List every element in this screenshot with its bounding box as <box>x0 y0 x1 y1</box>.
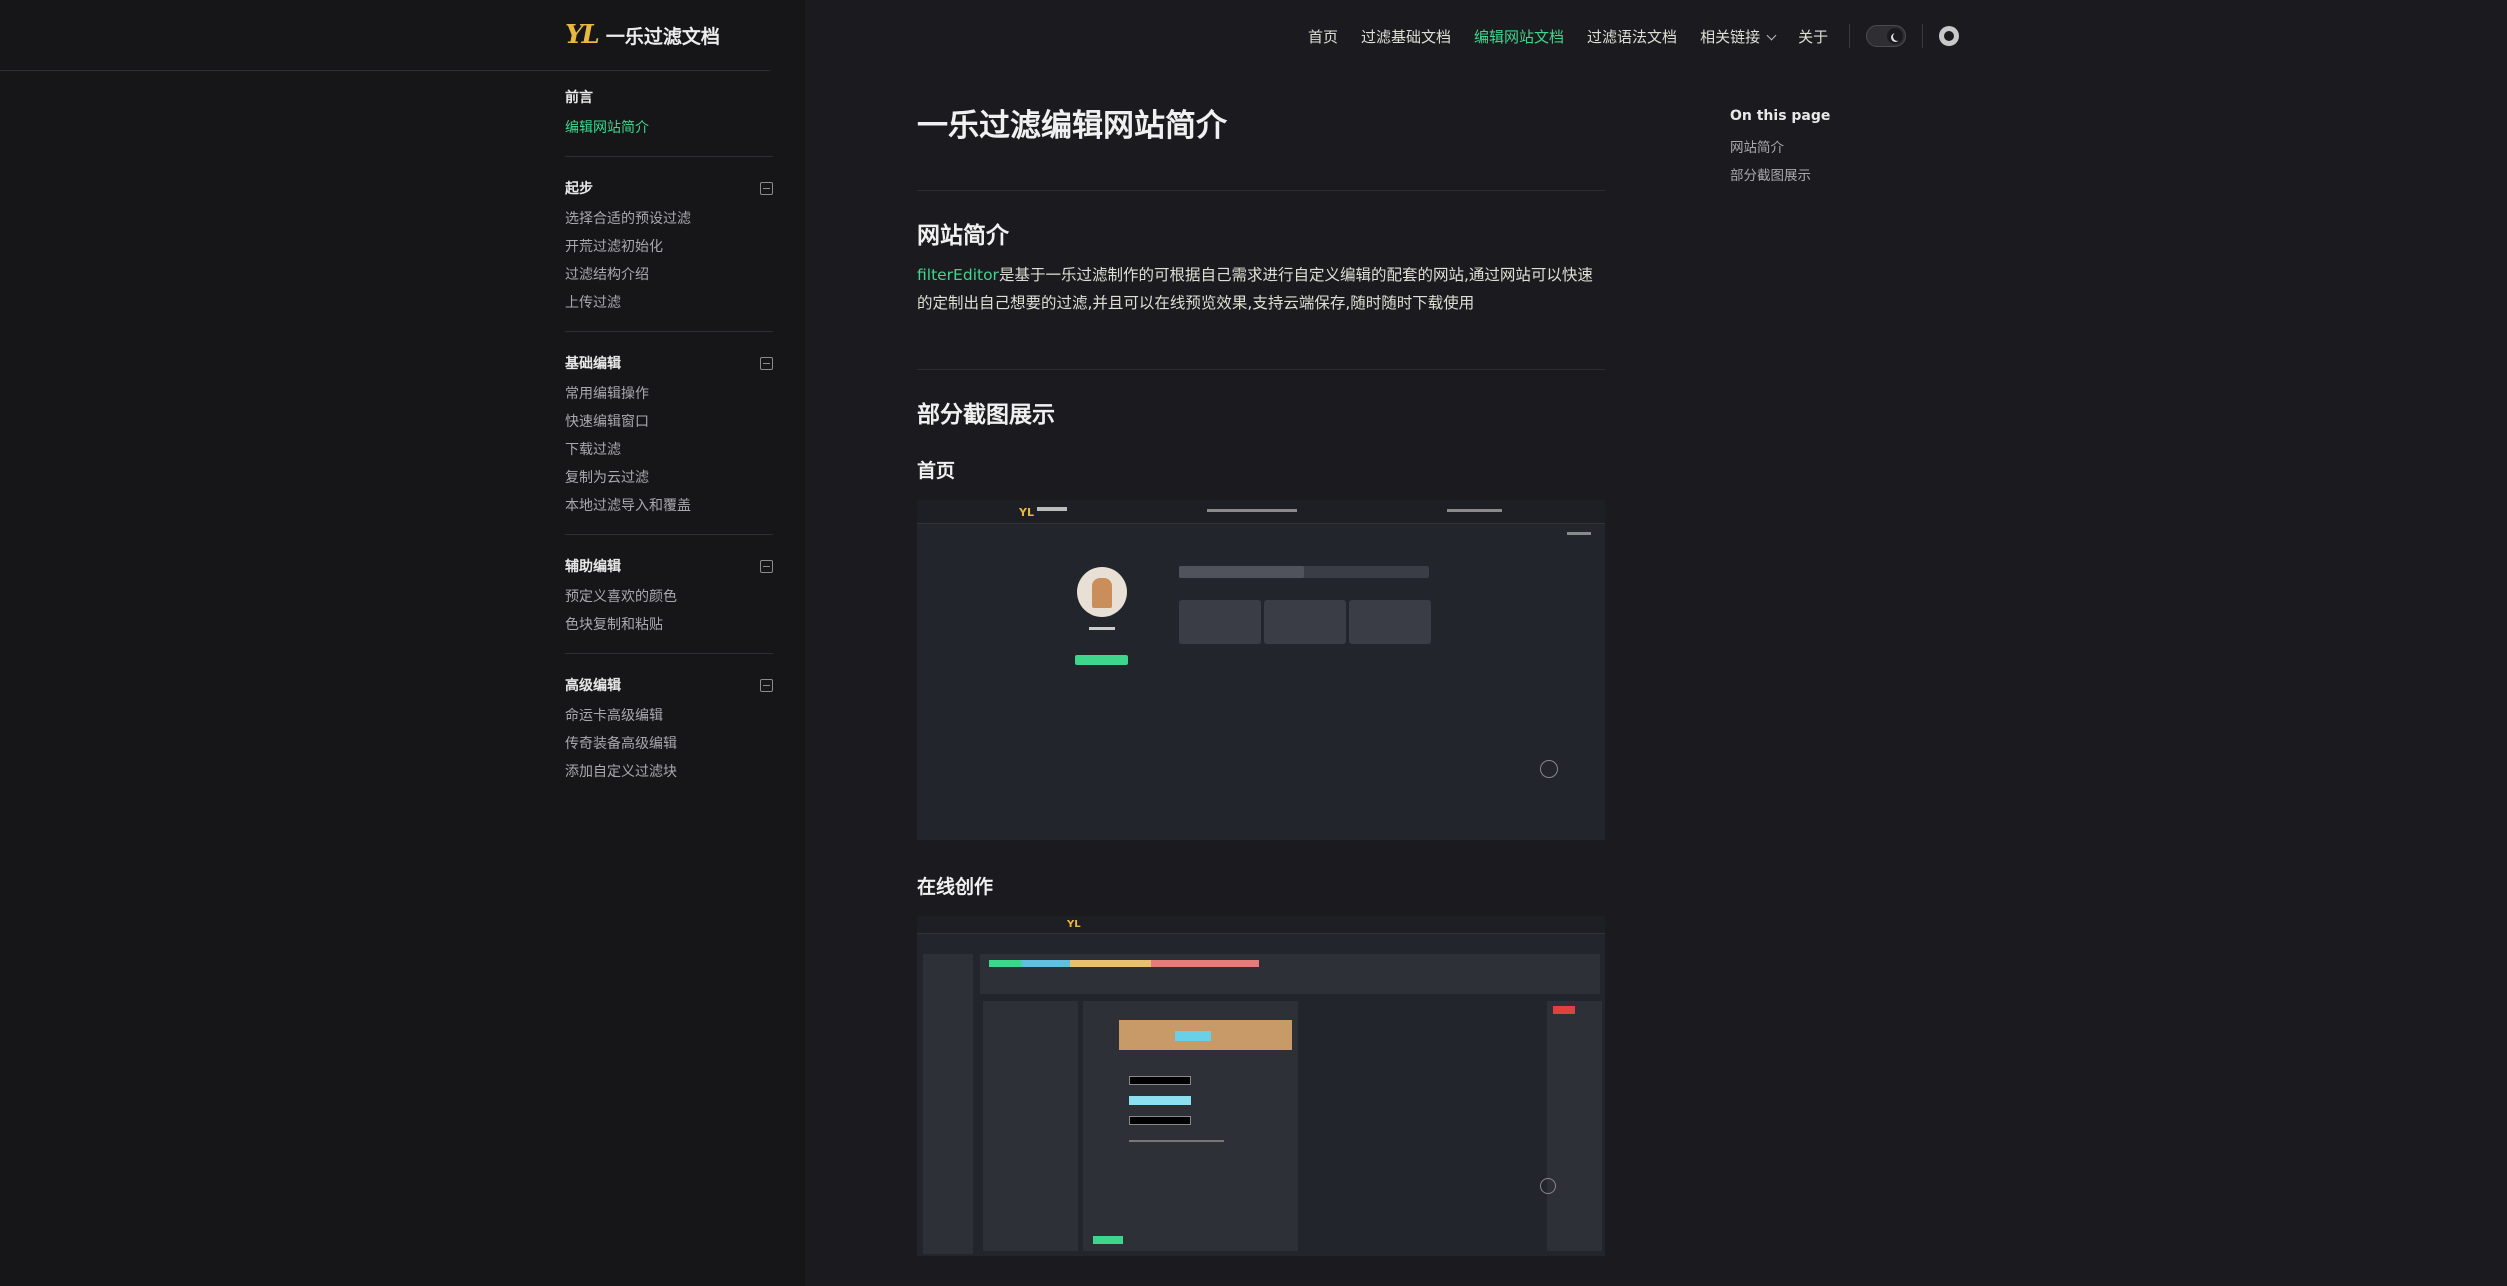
top-nav: 首页 过滤基础文档 编辑网站文档 过滤语法文档 相关链接 关于 <box>1308 24 1960 48</box>
mock-float-avatar <box>1540 1178 1556 1194</box>
toggle-knob <box>1887 28 1904 44</box>
mock-tab-active <box>1179 566 1304 578</box>
nav-related-links[interactable]: 相关链接 <box>1700 26 1777 47</box>
sidebar-item[interactable]: 快速编辑窗口 <box>565 408 773 436</box>
mock-tag-row <box>989 960 1259 967</box>
mock-text <box>1037 507 1067 511</box>
sidebar-group-header[interactable]: 基础编辑 <box>565 352 773 374</box>
sidebar-item[interactable]: 常用编辑操作 <box>565 380 773 408</box>
sidebar-item[interactable]: 本地过滤导入和覆盖 <box>565 492 773 520</box>
mock-header <box>917 916 1605 934</box>
logo-text: 一乐过滤文档 <box>605 25 720 48</box>
sidebar-group-header[interactable]: 辅助编辑 <box>565 555 773 577</box>
sidebar-group-header[interactable]: 起步 <box>565 177 773 199</box>
page-outline: On this page 网站简介 部分截图展示 <box>1730 108 1830 190</box>
sidebar-group-title: 高级编辑 <box>565 678 621 694</box>
sidebar-group-assist-editing: 辅助编辑 预定义喜欢的颜色 色块复制和粘贴 <box>565 555 773 654</box>
sidebar-group-title: 起步 <box>565 181 593 197</box>
sidebar-item[interactable]: 预定义喜欢的颜色 <box>565 583 773 611</box>
page-title: 一乐过滤编辑网站简介 <box>917 108 1227 144</box>
github-icon[interactable] <box>1939 26 1960 46</box>
collapse-icon[interactable] <box>760 678 773 692</box>
heading-online-creation: 在线创作 <box>917 876 994 898</box>
outline-item-site-intro[interactable]: 网站简介 <box>1730 134 1830 162</box>
divider <box>917 369 1605 370</box>
mock-button <box>1093 1236 1123 1244</box>
sidebar-group-header[interactable]: 高级编辑 <box>565 674 773 696</box>
sidebar-group-title: 基础编辑 <box>565 356 621 372</box>
mock-card <box>1264 600 1346 644</box>
mock-float-avatar <box>1540 760 1558 778</box>
sidebar-group-header: 前言 <box>565 86 773 108</box>
mock-sidebar <box>923 954 973 1254</box>
mock-list-panel <box>983 1001 1078 1251</box>
sidebar-item[interactable]: 过滤结构介绍 <box>565 261 773 289</box>
sidebar: 前言 编辑网站简介 起步 选择合适的预设过滤 开荒过滤初始化 过滤结构介绍 上传… <box>565 86 773 820</box>
sidebar-item[interactable]: 下载过滤 <box>565 436 773 464</box>
sidebar-group-title: 前言 <box>565 90 593 106</box>
mock-text <box>1447 509 1502 512</box>
nav-divider <box>1849 24 1851 48</box>
mock-logo: YL <box>1067 919 1081 930</box>
intro-text: 是基于一乐过滤制作的可根据自己需求进行自定义编辑的配套的网站,通过网站可以快速的… <box>917 266 1593 312</box>
collapse-icon[interactable] <box>760 181 773 195</box>
chevron-down-icon <box>1766 30 1777 40</box>
mock-avatar-figure <box>1092 578 1112 608</box>
nav-filter-basics[interactable]: 过滤基础文档 <box>1361 26 1451 47</box>
mock-slider <box>1129 1140 1224 1142</box>
mock-card <box>1349 600 1431 644</box>
sidebar-item[interactable]: 色块复制和粘贴 <box>565 611 773 639</box>
sidebar-item[interactable]: 上传过滤 <box>565 289 773 317</box>
mock-text <box>1089 627 1115 630</box>
mock-input <box>1129 1076 1191 1085</box>
theme-toggle[interactable] <box>1866 25 1907 47</box>
navbar-divider <box>0 70 770 71</box>
logo-mark: YL <box>565 20 600 50</box>
sidebar-group-getting-started: 起步 选择合适的预设过滤 开荒过滤初始化 过滤结构介绍 上传过滤 <box>565 177 773 332</box>
sidebar-group-preface: 前言 编辑网站简介 <box>565 86 773 157</box>
nav-divider-2 <box>1922 24 1924 48</box>
mock-text <box>1207 509 1297 512</box>
site-logo[interactable]: YL 一乐过滤文档 <box>565 20 720 50</box>
main-content: 一乐过滤编辑网站简介 网站简介 filterEditor是基于一乐过滤制作的可根… <box>917 100 1605 483</box>
sidebar-item[interactable]: 传奇装备高级编辑 <box>565 730 773 758</box>
heading-homepage: 首页 <box>917 460 956 482</box>
sidebar-item[interactable]: 复制为云过滤 <box>565 464 773 492</box>
mock-right-panel <box>1547 1001 1602 1251</box>
sidebar-group-basic-editing: 基础编辑 常用编辑操作 快速编辑窗口 下载过滤 复制为云过滤 本地过滤导入和覆盖 <box>565 352 773 535</box>
online-creation-screenshot: YL <box>917 916 1605 1256</box>
nav-syntax-docs[interactable]: 过滤语法文档 <box>1587 26 1677 47</box>
mock-preview-label <box>1175 1031 1211 1041</box>
nav-related-links-label: 相关链接 <box>1700 27 1761 46</box>
filter-editor-link[interactable]: filterEditor <box>917 266 999 284</box>
divider <box>917 190 1605 191</box>
moon-icon <box>1893 32 1902 41</box>
mock-input <box>1129 1096 1191 1105</box>
sidebar-group-advanced-editing: 高级编辑 命运卡高级编辑 传奇装备高级编辑 添加自定义过滤块 <box>565 674 773 800</box>
heading-site-intro: 网站简介 <box>917 223 1009 249</box>
mock-card <box>1179 600 1261 644</box>
sidebar-item[interactable]: 添加自定义过滤块 <box>565 758 773 786</box>
sidebar-item-editor-intro[interactable]: 编辑网站简介 <box>565 114 773 142</box>
mock-logo: YL <box>1019 506 1034 519</box>
homepage-screenshot: YL <box>917 500 1605 840</box>
intro-paragraph: filterEditor是基于一乐过滤制作的可根据自己需求进行自定义编辑的配套的… <box>917 261 1605 317</box>
nav-editor-docs[interactable]: 编辑网站文档 <box>1474 26 1564 47</box>
mock-input <box>1129 1116 1191 1125</box>
sidebar-group-title: 辅助编辑 <box>565 559 621 575</box>
nav-about[interactable]: 关于 <box>1798 26 1828 47</box>
outline-title: On this page <box>1730 108 1831 124</box>
outline-item-screenshots[interactable]: 部分截图展示 <box>1730 162 1830 190</box>
mock-button <box>1075 655 1128 665</box>
collapse-icon[interactable] <box>760 559 773 573</box>
heading-screenshots: 部分截图展示 <box>917 402 1055 428</box>
sidebar-item[interactable]: 命运卡高级编辑 <box>565 702 773 730</box>
collapse-icon[interactable] <box>760 356 773 370</box>
nav-home[interactable]: 首页 <box>1308 26 1338 47</box>
sidebar-item[interactable]: 选择合适的预设过滤 <box>565 205 773 233</box>
mock-text <box>1567 532 1591 535</box>
mock-badge <box>1553 1006 1575 1014</box>
sidebar-item[interactable]: 开荒过滤初始化 <box>565 233 773 261</box>
